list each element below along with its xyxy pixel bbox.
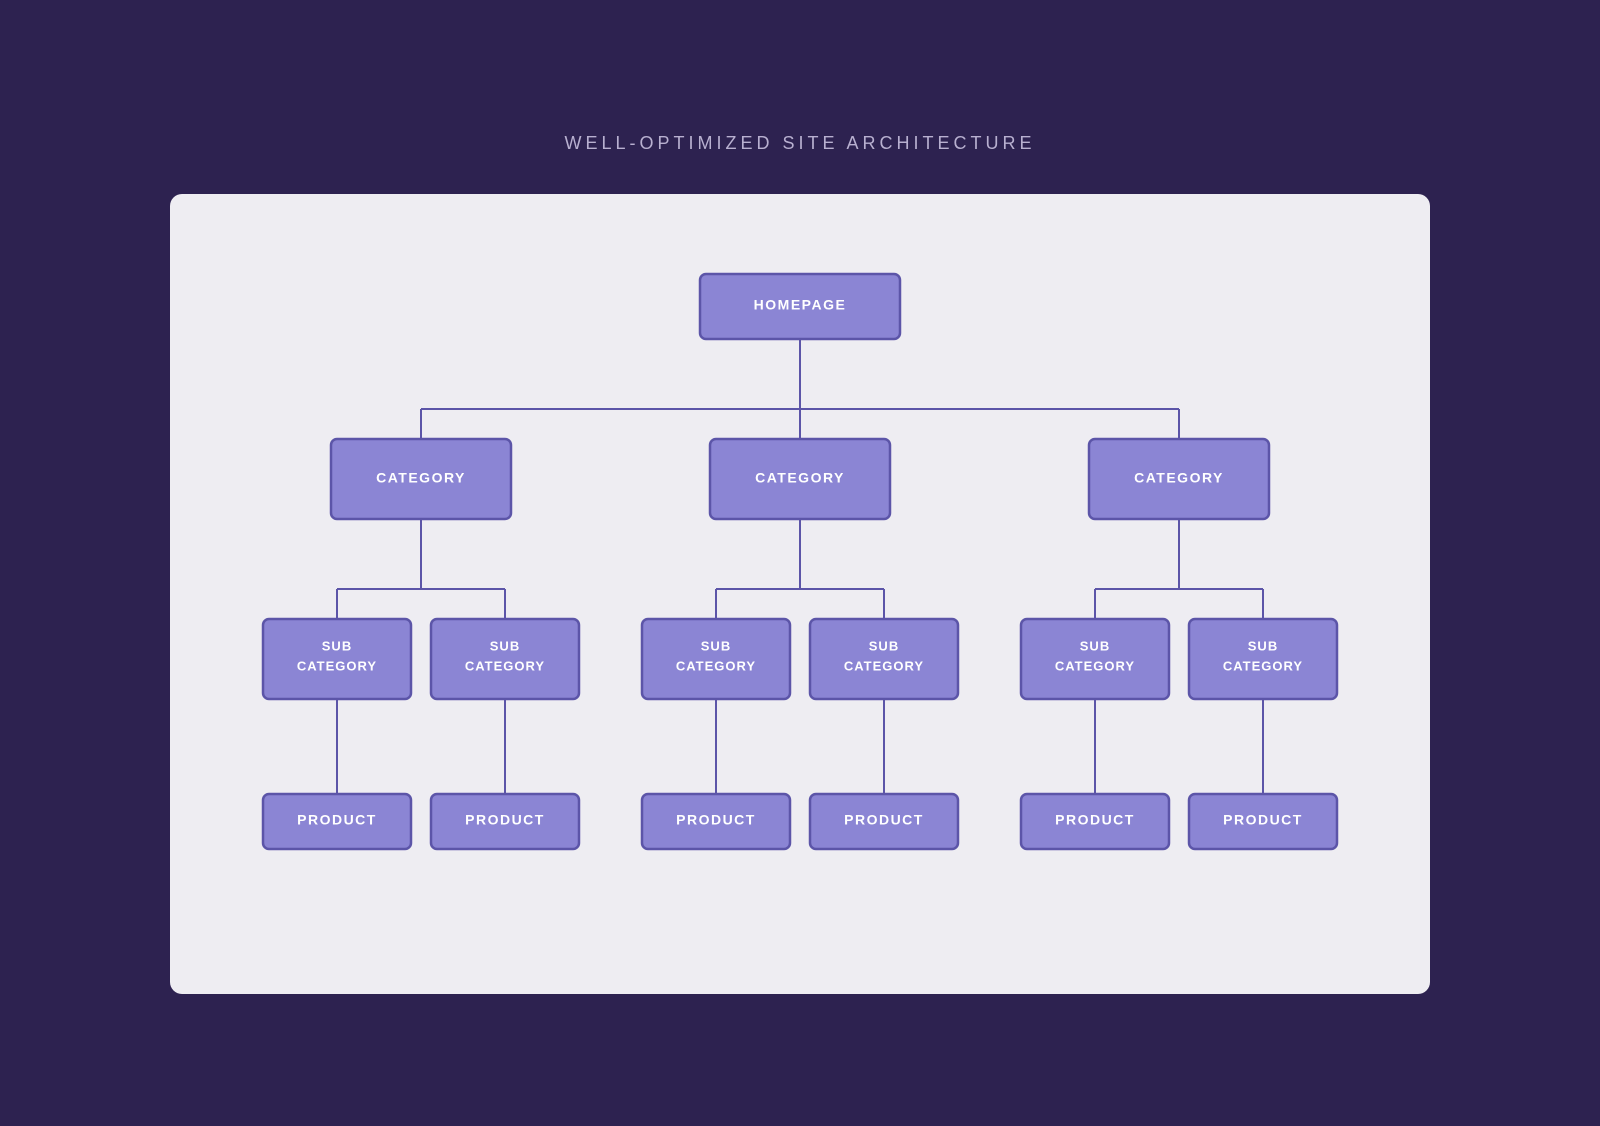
tree-diagram: .box { fill: #8b85d4; stroke: #5c55a8; s…	[230, 254, 1370, 934]
sub4-line2: CATEGORY	[844, 658, 924, 673]
prod4-label: PRODUCT	[844, 811, 924, 827]
diagram-container: .box { fill: #8b85d4; stroke: #5c55a8; s…	[170, 194, 1430, 994]
sub5-line1: SUB	[1080, 638, 1110, 653]
sub6-line2: CATEGORY	[1223, 658, 1303, 673]
sub6-line1: SUB	[1248, 638, 1278, 653]
homepage-label: HOMEPAGE	[754, 296, 847, 312]
prod5-label: PRODUCT	[1055, 811, 1135, 827]
prod1-label: PRODUCT	[297, 811, 377, 827]
sub1-line2: CATEGORY	[297, 658, 377, 673]
sub3-line1: SUB	[701, 638, 731, 653]
prod3-label: PRODUCT	[676, 811, 756, 827]
sub2-line2: CATEGORY	[465, 658, 545, 673]
prod6-label: PRODUCT	[1223, 811, 1303, 827]
prod2-label: PRODUCT	[465, 811, 545, 827]
cat1-label: CATEGORY	[376, 469, 466, 485]
page-title: WELL-OPTIMIZED SITE ARCHITECTURE	[564, 133, 1035, 154]
sub1-line1: SUB	[322, 638, 352, 653]
sub4-line1: SUB	[869, 638, 899, 653]
sub2-line1: SUB	[490, 638, 520, 653]
cat2-label: CATEGORY	[755, 469, 845, 485]
cat3-label: CATEGORY	[1134, 469, 1224, 485]
sub5-line2: CATEGORY	[1055, 658, 1135, 673]
sub3-line2: CATEGORY	[676, 658, 756, 673]
